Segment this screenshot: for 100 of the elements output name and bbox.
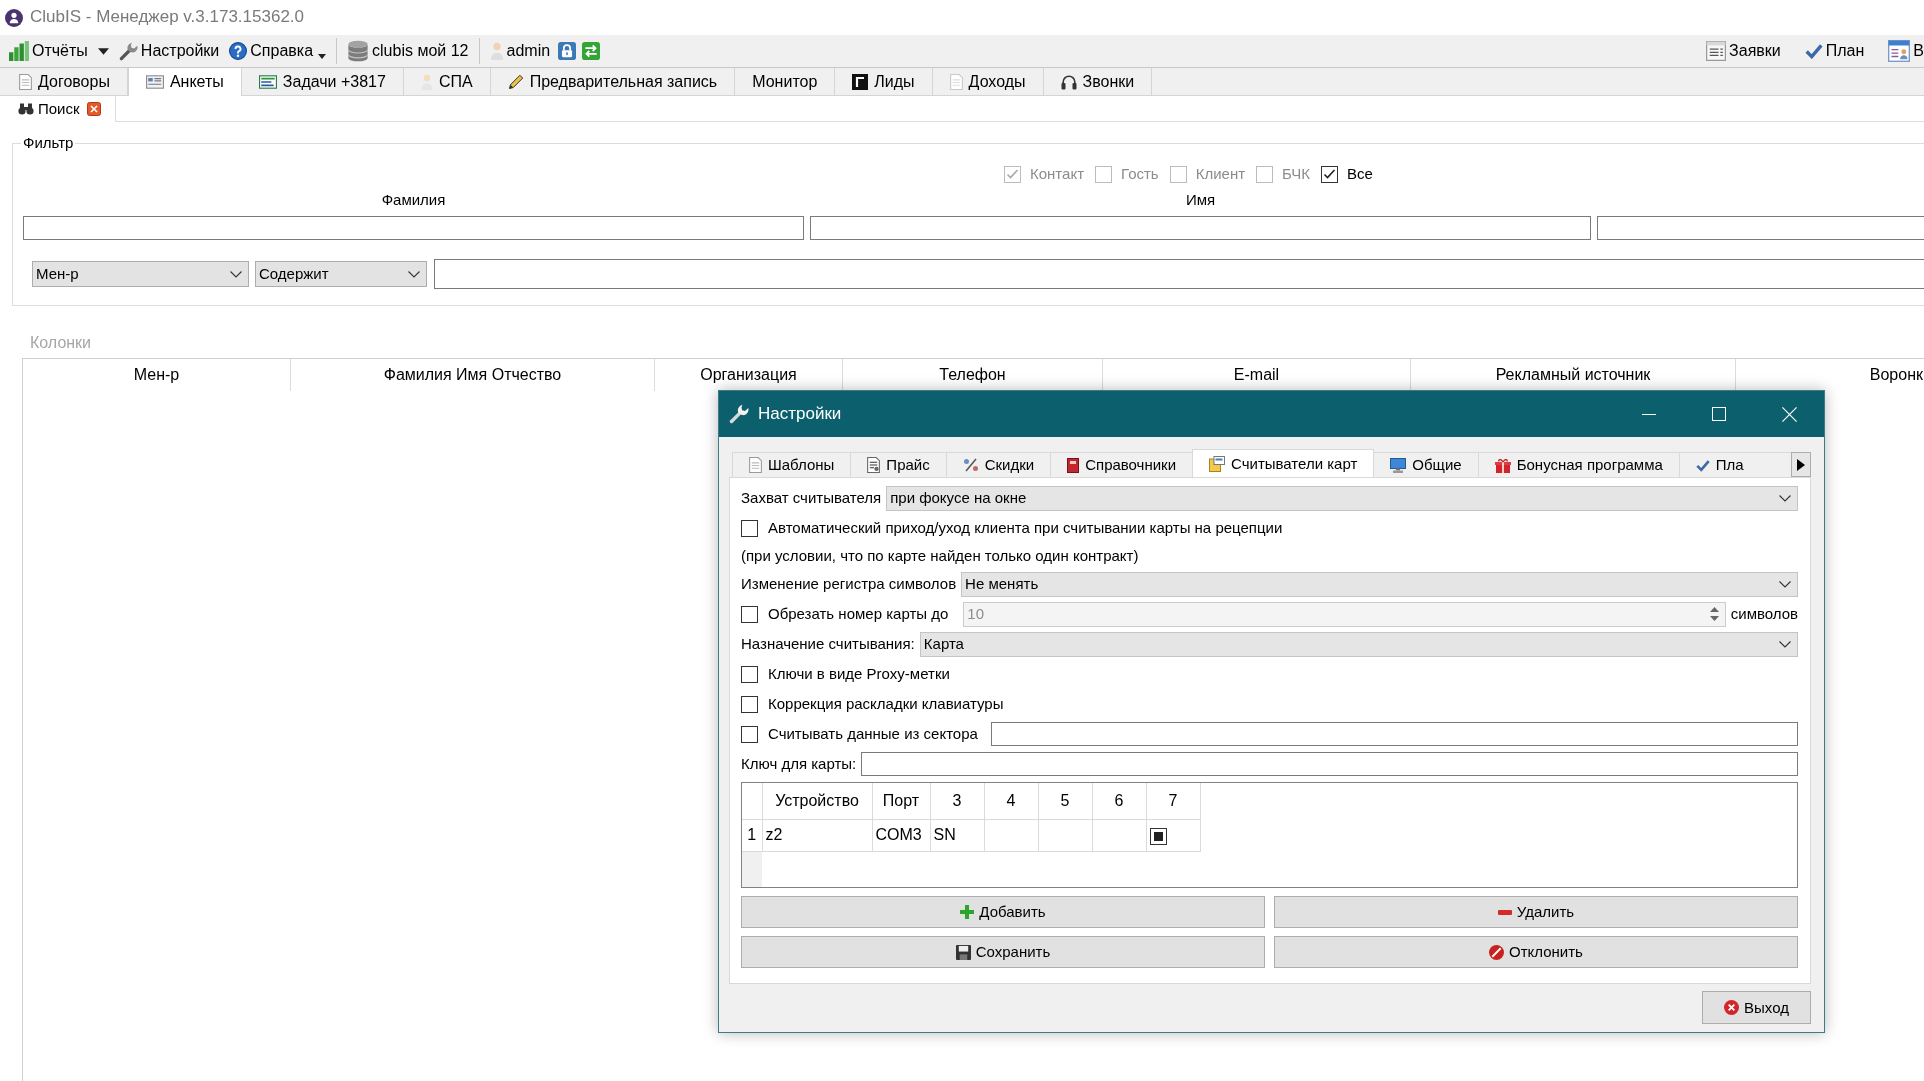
table-cell: SN bbox=[930, 819, 984, 851]
field-label: Назначение считывания: bbox=[741, 635, 915, 653]
dialog-button[interactable]: Добавить bbox=[741, 896, 1265, 928]
tab[interactable]: Считыватели карт bbox=[1192, 449, 1375, 477]
text-input[interactable] bbox=[861, 752, 1798, 776]
search-field[interactable] bbox=[434, 259, 1924, 289]
checkbox-label: Обрезать номер карты до bbox=[768, 605, 949, 623]
column-header[interactable]: Воронк bbox=[1736, 359, 1924, 391]
toolbar-button[interactable]: Отчёты bbox=[4, 37, 93, 65]
toolbar-button[interactable]: В bbox=[1883, 37, 1924, 65]
column-header[interactable]: Мен-р bbox=[23, 359, 291, 391]
user-icon bbox=[420, 73, 433, 90]
row-number: 1 bbox=[742, 819, 762, 851]
spin-arrows-icon bbox=[1709, 605, 1719, 623]
dropdown[interactable]: Мен-р bbox=[32, 261, 249, 287]
toolbar-button[interactable]: admin bbox=[484, 37, 556, 65]
dialog-button[interactable]: Отклонить bbox=[1274, 936, 1798, 968]
column-header[interactable]: 4 bbox=[984, 783, 1038, 819]
dropdown[interactable]: при фокусе на окне bbox=[886, 485, 1798, 511]
checkmark-icon bbox=[1695, 458, 1710, 472]
monitor-icon bbox=[1390, 457, 1407, 473]
column-header[interactable]: Фамилия Имя Отчество bbox=[291, 359, 655, 391]
bar-chart-icon bbox=[9, 41, 29, 61]
card-icon bbox=[1209, 456, 1226, 472]
row-header-strip bbox=[742, 851, 762, 887]
checkbox-label: Автоматический приход/уход клиента при считывании карты на рецепции bbox=[768, 519, 1283, 537]
caret-icon bbox=[97, 47, 109, 55]
column-header[interactable]: 7 bbox=[1146, 783, 1200, 819]
chevron-icon bbox=[408, 270, 420, 278]
checkbox[interactable] bbox=[741, 665, 758, 683]
minus-icon bbox=[1497, 909, 1512, 915]
checkbox[interactable] bbox=[1320, 165, 1338, 183]
section-title: Колонки bbox=[30, 333, 93, 351]
plus-icon bbox=[960, 905, 975, 919]
chevron-icon bbox=[1779, 580, 1791, 588]
dropdown[interactable]: Не менять bbox=[961, 571, 1798, 597]
column-header[interactable]: 5 bbox=[1038, 783, 1092, 819]
tile-icon bbox=[852, 73, 869, 90]
text-input[interactable] bbox=[23, 216, 804, 240]
scroll-tabs-button[interactable] bbox=[1791, 452, 1811, 477]
dialog-title: Настройки bbox=[758, 403, 842, 425]
dialog-button[interactable]: Удалить bbox=[1274, 896, 1798, 928]
percent-icon bbox=[962, 458, 979, 472]
help-icon bbox=[229, 42, 248, 60]
unit-label: символов bbox=[1730, 605, 1798, 623]
toolbar-button[interactable]: clubis мой 12 bbox=[342, 37, 474, 65]
checkbox[interactable] bbox=[741, 695, 758, 713]
column-header[interactable]: 6 bbox=[1092, 783, 1146, 819]
headset-icon bbox=[1060, 73, 1077, 90]
chevron-icon bbox=[230, 270, 242, 278]
toolbar-button[interactable]: Заявки bbox=[1701, 37, 1786, 65]
menu-button[interactable]: Справка bbox=[224, 37, 332, 65]
tab[interactable]: Поиск bbox=[0, 96, 116, 122]
group-title: Фильтр bbox=[22, 134, 75, 152]
field-label: Фамилия bbox=[380, 191, 447, 209]
column-header[interactable]: Устройство bbox=[762, 783, 872, 819]
checkbox-label: Все bbox=[1346, 165, 1373, 183]
close-icon[interactable] bbox=[86, 102, 101, 116]
form-icon bbox=[145, 75, 164, 89]
maximize-icon bbox=[1712, 407, 1726, 421]
field-label: Имя bbox=[1184, 191, 1217, 209]
document-icon bbox=[19, 73, 32, 90]
dialog-button[interactable]: Сохранить bbox=[741, 936, 1265, 968]
pencil-icon bbox=[507, 73, 524, 90]
column-header[interactable]: 3 bbox=[930, 783, 984, 819]
checkbox[interactable] bbox=[741, 725, 758, 743]
dropdown[interactable]: Содержит bbox=[255, 261, 427, 287]
chevron-icon bbox=[1779, 494, 1791, 502]
checkbox-label: Гость bbox=[1121, 165, 1159, 183]
app-logo-icon bbox=[5, 8, 23, 27]
wrench-icon bbox=[118, 41, 138, 61]
checkbox[interactable] bbox=[741, 519, 758, 537]
checkbox[interactable] bbox=[1149, 827, 1167, 845]
minimize-icon bbox=[1642, 413, 1656, 415]
tab[interactable]: Шаблоны bbox=[732, 452, 852, 477]
padlock-icon bbox=[558, 42, 577, 60]
document-icon bbox=[949, 73, 963, 90]
document-icon bbox=[867, 457, 881, 473]
checkbox-label: БЧК bbox=[1282, 165, 1310, 183]
toolbar-button[interactable]: План bbox=[1799, 37, 1870, 65]
close-circle-icon bbox=[1724, 1000, 1740, 1015]
binoculars-icon bbox=[18, 103, 34, 115]
exit-button[interactable]: Выход bbox=[1702, 991, 1811, 1024]
text-input[interactable] bbox=[810, 216, 1591, 240]
note-text: (при условии, что по карте найден только один контракт) bbox=[741, 547, 1139, 565]
chevron-icon bbox=[1779, 640, 1791, 648]
text-input[interactable] bbox=[990, 722, 1798, 746]
checkbox-label: Ключи в виде Proxy-метки bbox=[768, 665, 950, 683]
dropdown[interactable]: Карта bbox=[919, 631, 1798, 657]
checkbox-label: Коррекция раскладки клавиатуры bbox=[768, 695, 1004, 713]
database-icon bbox=[347, 40, 370, 62]
column-header[interactable]: Порт bbox=[872, 783, 930, 819]
caret-icon bbox=[318, 54, 327, 59]
tab[interactable]: Анкеты bbox=[127, 68, 242, 96]
list-icon bbox=[1706, 41, 1727, 61]
toolbar-button[interactable]: Настройки bbox=[113, 37, 225, 65]
field-label: Ключ для карты: bbox=[741, 755, 857, 773]
window-title: ClubIS - Менеджер v.3.173.15362.0 bbox=[30, 7, 304, 28]
text-input[interactable] bbox=[1597, 216, 1924, 240]
book-icon bbox=[1067, 457, 1080, 473]
